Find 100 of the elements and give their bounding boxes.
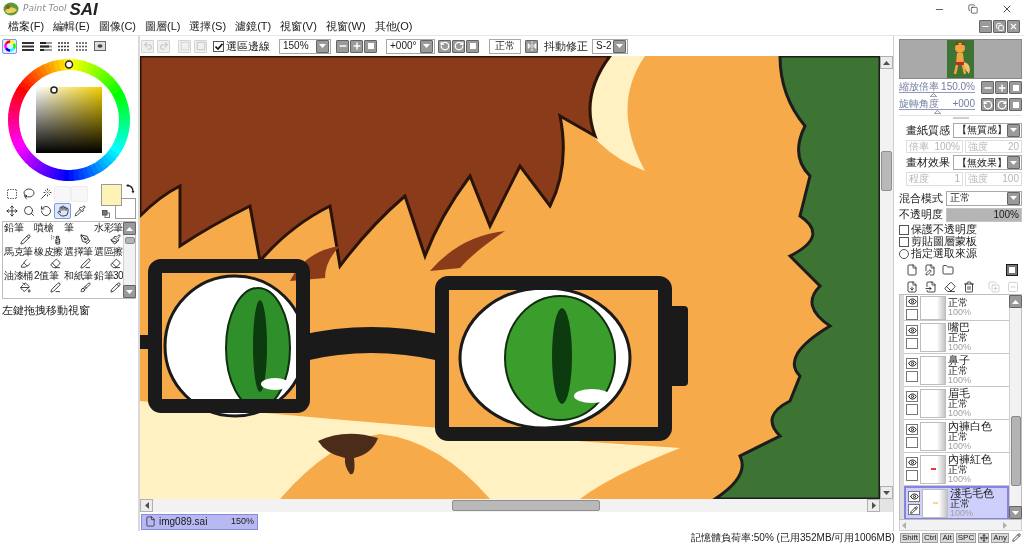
stabilizer-select[interactable]: S-2	[592, 38, 628, 54]
dropdown-button[interactable]	[1007, 191, 1020, 205]
scroll-thumb[interactable]	[452, 500, 600, 511]
layer-row[interactable]: 內褲紅色 正常 100%	[904, 453, 1009, 487]
menu-item[interactable]: 編輯(E)	[51, 19, 92, 34]
brush-button[interactable]: 選區擦	[93, 246, 123, 270]
tool-button[interactable]	[20, 186, 37, 202]
eye-icon[interactable]	[906, 358, 918, 370]
checkbox[interactable]	[899, 236, 909, 247]
scroll-down-button[interactable]	[1009, 506, 1022, 520]
scroll-down-button[interactable]	[880, 486, 893, 499]
layer-row[interactable]: 嘴巴 正常 100%	[904, 321, 1009, 355]
document-tab[interactable]: img089.sai 150%	[141, 513, 258, 530]
blend-mode-select[interactable]: 正常	[946, 190, 1022, 206]
restore-document-button[interactable]	[993, 20, 1006, 33]
slider-thumb-icon[interactable]	[933, 110, 941, 114]
dropdown-button[interactable]	[420, 39, 433, 53]
brush-button[interactable]: 水彩筆	[93, 222, 123, 246]
new-folder-button[interactable]	[941, 263, 955, 278]
scroll-up-button[interactable]	[1009, 295, 1022, 309]
eye-icon[interactable]	[906, 457, 918, 469]
minimize-document-button[interactable]	[979, 20, 992, 33]
rotate-left-button[interactable]	[981, 98, 994, 111]
zoom-select[interactable]: 150%	[279, 38, 331, 54]
merge-down-button[interactable]	[924, 279, 938, 294]
eye-icon[interactable]	[906, 325, 918, 337]
new-pen-layer-button[interactable]	[923, 263, 937, 278]
checkbox[interactable]	[213, 40, 224, 52]
dropdown-button[interactable]	[1007, 123, 1020, 137]
brush-button[interactable]: 噴槍	[33, 222, 63, 246]
eye-icon[interactable]	[908, 491, 920, 503]
layer-row[interactable]: 內褲白色 正常 100%	[904, 420, 1009, 454]
menu-item[interactable]: 視窗(W)	[323, 19, 368, 34]
dropdown-button[interactable]	[1007, 156, 1020, 170]
clear-layer-button[interactable]	[943, 279, 957, 294]
layer-row[interactable]: 眉毛 正常 100%	[904, 387, 1009, 421]
layer-row[interactable]: 淺毛毛色 正常 100%	[904, 486, 1009, 520]
hue-marker-icon[interactable]	[64, 59, 74, 69]
rotate-right-button[interactable]	[452, 39, 465, 53]
menu-item[interactable]: 其他(O)	[372, 19, 415, 34]
eye-icon[interactable]	[906, 391, 918, 403]
zoom-in-button[interactable]	[995, 81, 1008, 94]
scroll-thumb[interactable]	[124, 237, 135, 244]
rotate-right-button[interactable]	[995, 98, 1008, 111]
transfer-down-button[interactable]	[905, 279, 919, 294]
empty-toggle-box[interactable]	[906, 437, 918, 449]
scroll-left-button[interactable]	[140, 499, 153, 512]
radio-button[interactable]	[899, 248, 909, 259]
brush-button[interactable]: 橡皮擦	[33, 246, 63, 270]
new-layer-button[interactable]	[905, 263, 919, 278]
opacity-slider[interactable]: 100%	[946, 207, 1022, 222]
empty-toggle-box[interactable]	[906, 404, 918, 416]
slider-track[interactable]	[899, 109, 975, 114]
dropdown-button[interactable]	[316, 39, 329, 53]
flip-button[interactable]	[525, 39, 538, 53]
tool-button[interactable]	[54, 203, 71, 219]
slider-track[interactable]	[899, 92, 975, 97]
scroll-up-button[interactable]	[880, 56, 893, 69]
scroll-thumb[interactable]	[1010, 416, 1021, 487]
layer-row[interactable]: 正常 100%	[904, 295, 1009, 322]
vertical-scrollbar[interactable]	[123, 222, 135, 298]
mask-button[interactable]	[1005, 263, 1019, 278]
menu-item[interactable]: 選擇(S)	[187, 19, 229, 34]
delete-layer-button[interactable]	[962, 279, 976, 294]
scroll-up-button[interactable]	[123, 222, 136, 235]
rotation-reset-button[interactable]	[466, 39, 479, 53]
menu-item[interactable]: 濾鏡(T)	[233, 19, 274, 34]
brush-button[interactable]: 鉛筆30	[93, 270, 123, 294]
brush-button[interactable]: 油漆桶	[3, 270, 33, 294]
zoom-reset-button[interactable]	[1009, 81, 1022, 94]
scroll-thumb[interactable]	[881, 151, 892, 191]
pen-icon[interactable]	[908, 504, 920, 516]
rotation-select[interactable]: +000°	[386, 38, 435, 54]
horizontal-scrollbar[interactable]	[140, 499, 893, 512]
color-panel-tab[interactable]	[2, 38, 17, 54]
menu-item[interactable]: 視窗(V)	[278, 19, 319, 34]
menu-item[interactable]: 圖像(C)	[96, 19, 138, 34]
brush-button[interactable]: 筆	[63, 222, 93, 246]
vertical-scrollbar[interactable]	[1009, 295, 1021, 520]
zoom-reset-button[interactable]	[364, 39, 377, 53]
brush-button[interactable]: 2值筆	[33, 270, 63, 294]
saturation-value-square[interactable]	[36, 86, 102, 153]
layer-row[interactable]: 鼻子 正常 100%	[904, 354, 1009, 388]
scroll-down-button[interactable]	[123, 285, 136, 298]
rotation-reset-button[interactable]	[1009, 98, 1022, 111]
navigator-preview[interactable]	[899, 39, 1022, 79]
color-marker-icon[interactable]	[50, 85, 58, 94]
brush-button[interactable]: 和紙筆	[63, 270, 93, 294]
scroll-right-button[interactable]	[867, 499, 880, 512]
close-document-button[interactable]	[1007, 20, 1020, 33]
brush-button[interactable]: 選擇筆	[63, 246, 93, 270]
brush-button[interactable]: 馬克筆	[3, 246, 33, 270]
eye-icon[interactable]	[906, 424, 918, 436]
empty-toggle-box[interactable]	[906, 470, 918, 482]
checkbox[interactable]	[899, 224, 909, 235]
empty-toggle-box[interactable]	[906, 308, 918, 320]
horizontal-scrollbar[interactable]	[899, 520, 1022, 531]
foreground-color-swatch[interactable]	[101, 184, 122, 206]
slider-thumb-icon[interactable]	[929, 93, 937, 97]
blend-mode-button[interactable]: 正常	[489, 38, 521, 54]
